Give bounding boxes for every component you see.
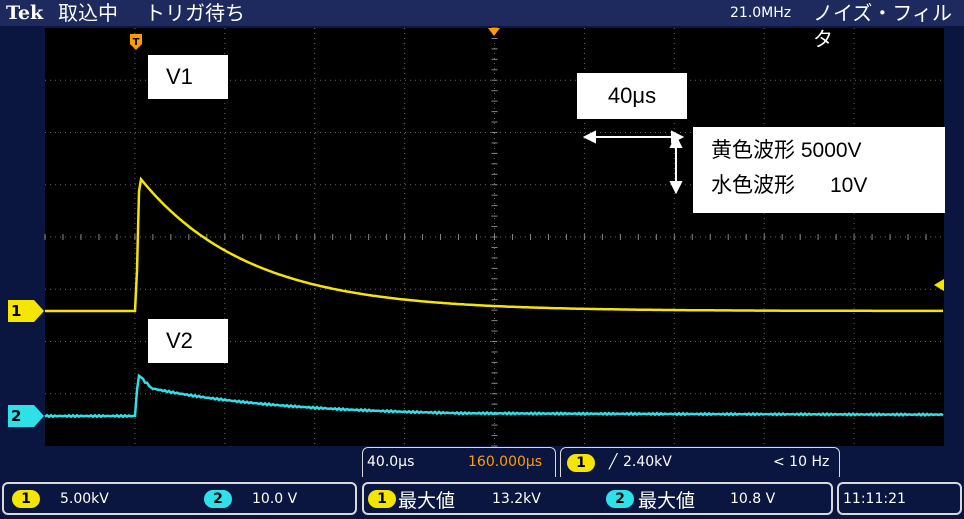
- oscilloscope-screen: T Tek 取込中 トリガ待ち 21.0MHz ノイズ・フィルタ 1 2 V1 …: [0, 0, 964, 515]
- svg-text:T: T: [133, 37, 140, 48]
- ch2-marker-label: 2: [11, 407, 22, 425]
- clock-time: 11:11:21: [843, 491, 906, 507]
- ch1-scale: 5.00kV: [60, 491, 109, 507]
- trigger-readout[interactable]: 1 ╱ 2.40kV < 10 Hz: [560, 447, 840, 477]
- measure2-label: 最大値: [638, 490, 696, 512]
- ch1-marker-label: 1: [11, 302, 22, 320]
- acquisition-status: 取込中: [58, 1, 118, 25]
- ch1-badge: 1: [12, 490, 40, 508]
- measure2-value: 10.8 V: [730, 491, 776, 507]
- clock-readout: 11:11:21: [837, 482, 962, 515]
- bandwidth-readout: 21.0MHz: [730, 5, 792, 21]
- measure1-value: 13.2kV: [492, 491, 541, 507]
- v2-annotation: V2: [148, 319, 228, 363]
- trigger-level: 2.40kV: [623, 454, 672, 470]
- waveform-display: T: [0, 0, 964, 515]
- brand-logo: Tek: [6, 2, 44, 24]
- time-scale-annotation: 40μs: [577, 73, 687, 119]
- measurement-readout[interactable]: 1 最大値 13.2kV 2 最大値 10.8 V: [362, 482, 833, 515]
- timebase-readout[interactable]: 40.0μs 160.000μs: [362, 447, 556, 477]
- horizontal-position: 160.000μs: [468, 454, 543, 470]
- channel-scale-readout[interactable]: 1 5.00kV 2 10.0 V: [2, 482, 357, 515]
- measure1-label: 最大値: [398, 490, 456, 512]
- v1-annotation: V1: [148, 55, 228, 99]
- legend-cyan: 水色波形 10V: [711, 174, 868, 197]
- rising-edge-icon: ╱: [609, 454, 618, 470]
- waveform-legend: 黄色波形 5000V 水色波形 10V: [693, 127, 945, 213]
- timebase-value: 40.0μs: [367, 454, 415, 470]
- measure1-badge: 1: [368, 490, 396, 508]
- noise-filter-label: ノイズ・フィルタ: [813, 1, 952, 51]
- measure2-badge: 2: [606, 490, 634, 508]
- trigger-status: トリガ待ち: [145, 1, 245, 25]
- legend-yellow: 黄色波形 5000V: [711, 139, 862, 162]
- ch2-badge: 2: [204, 490, 232, 508]
- trigger-frequency: < 10 Hz: [773, 454, 830, 470]
- ch2-scale: 10.0 V: [252, 491, 298, 507]
- trigger-source-badge: 1: [567, 454, 595, 472]
